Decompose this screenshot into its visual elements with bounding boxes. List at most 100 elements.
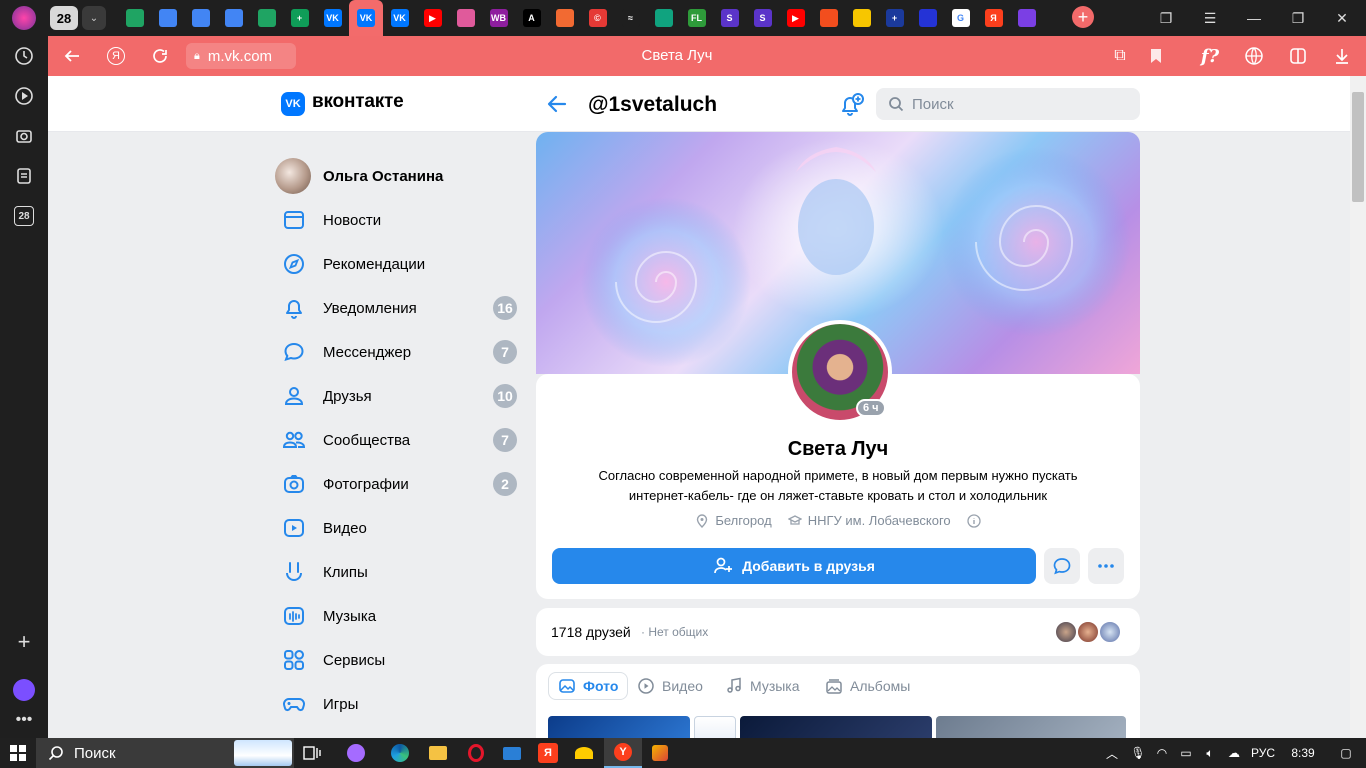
nav-item-compass[interactable]: Рекомендации: [275, 242, 520, 286]
friends-card[interactable]: 1718 друзей · Нет общих: [536, 608, 1140, 656]
nav-item-message[interactable]: Мессенджер 7: [275, 330, 520, 374]
clock[interactable]: 8:39: [1280, 746, 1326, 760]
screenshot-icon[interactable]: [12, 124, 36, 148]
wildberries-tab-icon[interactable]: WB: [489, 9, 508, 27]
nav-item-services[interactable]: Сервисы: [275, 638, 520, 682]
message-button[interactable]: [1044, 548, 1080, 584]
copyright-app-tab-icon[interactable]: ©: [588, 9, 607, 27]
active-tab[interactable]: VK: [349, 0, 383, 36]
vk-tab-icon[interactable]: VK: [390, 9, 409, 27]
orb-app-tab-icon[interactable]: [1017, 9, 1036, 27]
close-window-icon[interactable]: ✕: [1320, 0, 1364, 36]
nav-item-news[interactable]: Новости: [275, 198, 520, 242]
menu-icon[interactable]: ☰: [1188, 0, 1232, 36]
mail-icon[interactable]: [502, 743, 522, 763]
nav-item-camera[interactable]: Фотографии 2: [275, 462, 520, 506]
edge-icon[interactable]: [390, 743, 410, 763]
battery-icon[interactable]: ▭: [1174, 746, 1198, 760]
chatgpt-tab-icon[interactable]: [654, 9, 673, 27]
figma-tab-icon[interactable]: [819, 9, 838, 27]
friend-avatar[interactable]: [1076, 620, 1100, 644]
wifi-icon[interactable]: ◠: [1150, 746, 1174, 760]
notification-center-icon[interactable]: ▢: [1326, 746, 1366, 760]
photo-thumbnail[interactable]: [548, 716, 690, 738]
vk-brand[interactable]: вконтакте: [312, 91, 404, 113]
tab-list-dropdown-icon[interactable]: ⌄: [82, 6, 106, 30]
nav-item-users[interactable]: Сообщества 7: [275, 418, 520, 462]
pinned-app-icon[interactable]: [574, 743, 594, 763]
s-app-tab-icon[interactable]: S: [753, 9, 772, 27]
subscribe-notifications-icon[interactable]: [838, 92, 864, 118]
calendar-icon[interactable]: 28: [12, 204, 36, 228]
play-icon[interactable]: [12, 84, 36, 108]
image-app-tab-icon[interactable]: [852, 9, 871, 27]
add-friend-button[interactable]: Добавить в друзья: [552, 548, 1036, 584]
friend-avatar[interactable]: [1054, 620, 1078, 644]
yandex-taskbar-icon[interactable]: Я: [538, 743, 558, 763]
google-tab-icon[interactable]: G: [951, 9, 970, 27]
tab-music[interactable]: Музыка: [716, 672, 809, 700]
tab-photos[interactable]: Фото: [548, 672, 629, 700]
download-icon[interactable]: [1330, 44, 1354, 68]
microphone-icon[interactable]: 🎙︎: [1126, 746, 1150, 760]
opera-icon[interactable]: [466, 743, 486, 763]
google-docs-tab-icon[interactable]: [191, 9, 210, 27]
google-drive-tab-icon[interactable]: [125, 9, 144, 27]
task-view-icon[interactable]: [302, 743, 322, 763]
paint-app-icon[interactable]: [650, 743, 670, 763]
photo-thumbnail[interactable]: [694, 716, 736, 738]
google-docs-tab-icon[interactable]: [158, 9, 177, 27]
more-icon[interactable]: •••: [12, 708, 36, 732]
notes-icon[interactable]: [12, 164, 36, 188]
photo-thumbnail[interactable]: [936, 716, 1126, 738]
friend-avatar[interactable]: [1098, 620, 1122, 644]
info-icon[interactable]: [967, 513, 981, 528]
reader-button[interactable]: f?: [1198, 44, 1222, 68]
extensions-icon[interactable]: [1286, 44, 1310, 68]
cloud-icon[interactable]: ☁︎: [1222, 746, 1246, 760]
new-tab-button[interactable]: +: [1072, 6, 1094, 28]
tab-counter-button[interactable]: 28: [50, 6, 78, 30]
nav-user-profile[interactable]: Ольга Останина: [275, 154, 520, 198]
tray-chevron-icon[interactable]: ︿: [1098, 745, 1126, 762]
nav-item-video[interactable]: Видео: [275, 506, 520, 550]
youtube-tab-icon[interactable]: ▶: [786, 9, 805, 27]
add-panel-icon[interactable]: +: [12, 629, 36, 654]
wave-app-tab-icon[interactable]: ≈: [621, 9, 640, 27]
search-input[interactable]: [912, 95, 1132, 113]
minimize-icon[interactable]: —: [1232, 0, 1276, 36]
back-arrow-icon[interactable]: [545, 92, 569, 116]
bookmark-icon[interactable]: [1144, 44, 1168, 68]
translate-icon[interactable]: [1242, 44, 1266, 68]
s-app-tab-icon[interactable]: S: [720, 9, 739, 27]
yandex-tab-icon[interactable]: Я: [984, 9, 1003, 27]
tabs-icon[interactable]: ⧉: [1108, 44, 1132, 68]
blue-plus-tab-icon[interactable]: +: [885, 9, 904, 27]
youtube-tab-icon[interactable]: ▶: [423, 9, 442, 27]
taskbar-search[interactable]: Поиск: [36, 738, 294, 768]
photo-thumbnail[interactable]: [740, 716, 932, 738]
volume-icon[interactable]: 🔈︎: [1198, 746, 1222, 761]
vk-active-tab-icon[interactable]: VK: [357, 9, 375, 27]
google-sheets-tab-icon[interactable]: +: [290, 9, 309, 27]
google-docs-tab-icon[interactable]: [224, 9, 243, 27]
nav-item-games[interactable]: Игры: [275, 682, 520, 726]
colorful-app-tab-icon[interactable]: [456, 9, 475, 27]
profile-avatar[interactable]: [12, 6, 36, 30]
more-actions-button[interactable]: [1088, 548, 1124, 584]
history-icon[interactable]: [12, 44, 36, 68]
tab-manager-icon[interactable]: ❐: [1144, 0, 1188, 36]
orange-app-tab-icon[interactable]: [555, 9, 574, 27]
tab-videos[interactable]: Видео: [628, 672, 712, 700]
a-app-tab-icon[interactable]: A: [522, 9, 541, 27]
google-drive-tab-icon[interactable]: [257, 9, 276, 27]
restore-icon[interactable]: ❐: [1276, 0, 1320, 36]
vk-tab-icon[interactable]: VK: [323, 9, 342, 27]
nav-item-bell[interactable]: Уведомления 16: [275, 286, 520, 330]
fl-tab-icon[interactable]: FL: [687, 9, 706, 27]
file-explorer-icon[interactable]: [428, 743, 448, 763]
windows-start-icon[interactable]: [8, 743, 28, 763]
vk-logo[interactable]: VK: [281, 92, 305, 116]
alice-app-icon[interactable]: [346, 743, 366, 763]
nav-item-music[interactable]: Музыка: [275, 594, 520, 638]
